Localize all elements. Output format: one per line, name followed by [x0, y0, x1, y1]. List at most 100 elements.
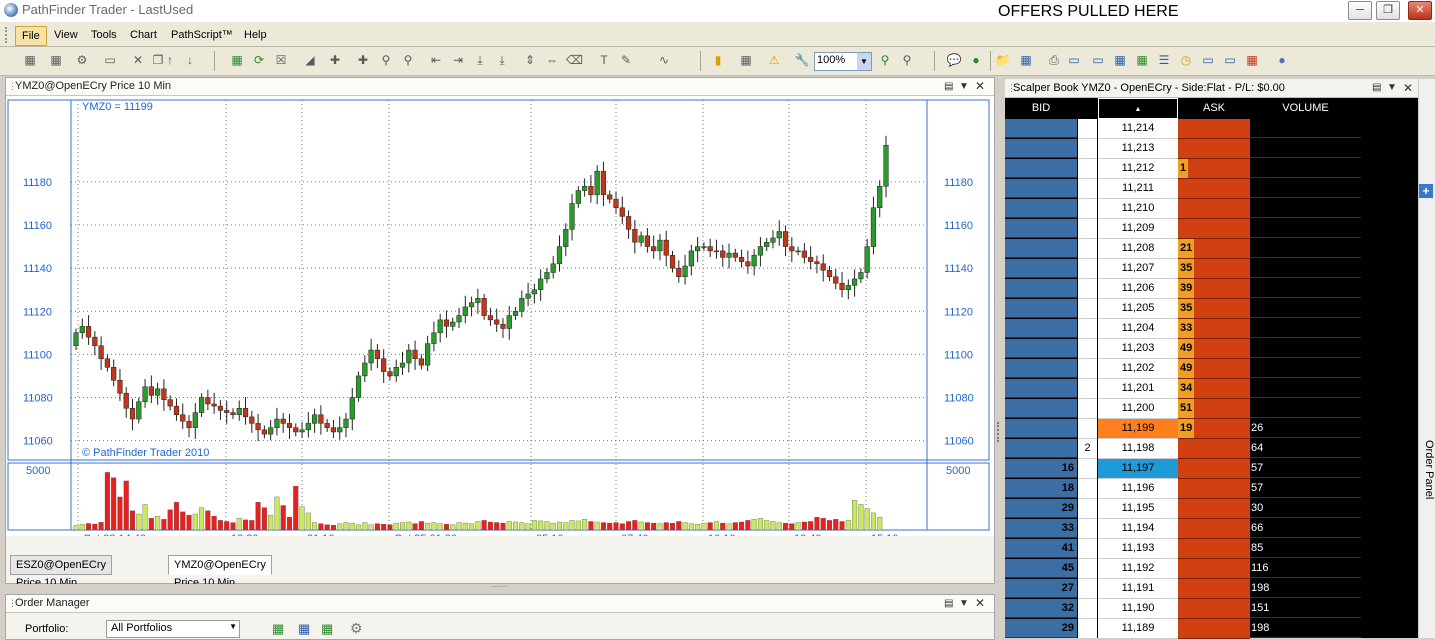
delete-icon[interactable]: ✕	[130, 52, 146, 68]
volume-cell[interactable]	[1250, 119, 1361, 138]
dom-icon[interactable]: ▦	[738, 52, 754, 68]
volume-cell[interactable]	[1250, 279, 1361, 298]
price-cell[interactable]: 11,209	[1098, 219, 1178, 239]
volume-cell[interactable]	[1250, 359, 1361, 378]
position-cell[interactable]	[1078, 579, 1097, 599]
menu-help[interactable]: Help	[238, 26, 273, 44]
position-cell[interactable]	[1078, 359, 1097, 379]
position-cell[interactable]	[1078, 379, 1097, 399]
position-cell[interactable]	[1078, 399, 1097, 419]
scroll-right-icon[interactable]: ⇥	[450, 52, 466, 68]
gear-icon[interactable]: ⚙	[350, 620, 363, 637]
ask-cell[interactable]	[1178, 219, 1250, 239]
sheet-icon[interactable]: ▦	[1134, 52, 1150, 68]
ask-cell[interactable]: 49	[1178, 339, 1250, 359]
volume-cell[interactable]: 85	[1250, 539, 1361, 558]
position-cell[interactable]	[1078, 599, 1097, 619]
price-cell[interactable]: 11,189	[1098, 619, 1178, 639]
volume-cell[interactable]	[1250, 239, 1361, 258]
zoom-select[interactable]: 100% ▼	[814, 52, 872, 71]
chevron-down-icon[interactable]: ▼	[1387, 79, 1397, 97]
ask-cell[interactable]	[1178, 519, 1250, 539]
price-cell[interactable]: 11,192	[1098, 559, 1178, 579]
ask-cell[interactable]	[1178, 179, 1250, 199]
bid-cell[interactable]: 32	[1005, 599, 1077, 618]
price-cell[interactable]: 11,191	[1098, 579, 1178, 599]
volume-cell[interactable]: 151	[1250, 599, 1361, 618]
position-cell[interactable]	[1078, 279, 1097, 299]
close-button[interactable]: ✕	[1408, 1, 1432, 20]
volume-cell[interactable]: 57	[1250, 479, 1361, 498]
tab-ymz0-chart[interactable]: YMZ0@OpenECry Price 10 Min	[168, 555, 272, 589]
volume-cell[interactable]	[1250, 379, 1361, 398]
position-cell[interactable]	[1078, 479, 1097, 499]
position-cell[interactable]	[1078, 299, 1097, 319]
drawing-icon[interactable]: ◢	[302, 52, 318, 68]
warning-icon[interactable]: ⚠	[766, 52, 782, 68]
bid-cell[interactable]	[1005, 419, 1077, 438]
position-cell[interactable]	[1078, 319, 1097, 339]
volume-cell[interactable]	[1250, 299, 1361, 318]
menu-chart[interactable]: Chart	[124, 26, 163, 44]
plus-icon[interactable]: +	[1419, 184, 1433, 198]
price-cell[interactable]: 11,193	[1098, 539, 1178, 559]
volume-cell[interactable]: 26	[1250, 419, 1361, 438]
position-cell[interactable]	[1078, 219, 1097, 239]
chevron-down-icon[interactable]: ▼	[959, 78, 969, 95]
price-cell[interactable]: 11,212	[1098, 159, 1178, 179]
price-cell[interactable]: 11,207	[1098, 259, 1178, 279]
help-icon[interactable]: ●	[1274, 52, 1290, 68]
price-cell[interactable]: 11,200	[1098, 399, 1178, 419]
bid-cell[interactable]: 45	[1005, 559, 1077, 578]
text-tool-icon[interactable]: T	[596, 52, 612, 68]
price-cell[interactable]: 11,214	[1098, 119, 1178, 139]
order-panel-rail[interactable]	[1418, 79, 1435, 638]
zoom-in-icon[interactable]: ⚲	[378, 52, 394, 68]
menu-pathscript[interactable]: PathScript™	[165, 26, 239, 44]
price-cell[interactable]: 11,199	[1098, 419, 1178, 439]
price-cell[interactable]: 11,198	[1098, 439, 1178, 459]
price-cell[interactable]: 11,190	[1098, 599, 1178, 619]
ask-cell[interactable]	[1178, 479, 1250, 499]
bid-cell[interactable]	[1005, 159, 1077, 178]
connect-icon[interactable]: ●	[968, 52, 984, 68]
ask-cell[interactable]	[1178, 199, 1250, 219]
ask-cell[interactable]	[1178, 459, 1250, 479]
tab-esz0-chart[interactable]: ESZ0@OpenECry Price 10 Min	[10, 555, 113, 589]
vertical-expand-icon[interactable]: ⇕	[522, 52, 538, 68]
ask-cell[interactable]	[1178, 439, 1250, 459]
chat-icon[interactable]: 💬	[946, 52, 962, 68]
chevron-down-icon[interactable]: ▼	[229, 622, 237, 631]
bid-cell[interactable]	[1005, 199, 1077, 218]
wrench-icon[interactable]: 🔧	[794, 52, 810, 68]
list-icon[interactable]: ☰	[1156, 52, 1172, 68]
floppy-icon[interactable]: ▦	[1018, 52, 1034, 68]
volume-cell[interactable]: 64	[1250, 439, 1361, 458]
price-cell[interactable]: 11,204	[1098, 319, 1178, 339]
price-cell[interactable]: 11,194	[1098, 519, 1178, 539]
scroll-bottom-icon[interactable]: ⤓	[494, 52, 510, 68]
position-cell[interactable]	[1078, 559, 1097, 579]
volume-cell[interactable]	[1250, 339, 1361, 358]
position-cell[interactable]	[1078, 519, 1097, 539]
volume-cell[interactable]	[1250, 319, 1361, 338]
price-cell[interactable]: 11,211	[1098, 179, 1178, 199]
pencil-icon[interactable]: ✎	[618, 52, 634, 68]
volume-cell[interactable]: 30	[1250, 499, 1361, 518]
refresh-icon[interactable]: ⟳	[251, 52, 267, 68]
database-icon[interactable]: ▮	[710, 52, 726, 68]
ask-column-header[interactable]: ASK	[1178, 98, 1250, 119]
ask-cell[interactable]: 49	[1178, 359, 1250, 379]
bid-cell[interactable]: 27	[1005, 579, 1077, 598]
close-icon[interactable]: ✕	[975, 78, 985, 95]
ask-cell[interactable]: 39	[1178, 279, 1250, 299]
ask-cell[interactable]: 34	[1178, 379, 1250, 399]
window-icon[interactable]: ▭	[1200, 52, 1216, 68]
position-cell[interactable]	[1078, 239, 1097, 259]
bid-cell[interactable]: 29	[1005, 619, 1077, 638]
bid-cell[interactable]: 41	[1005, 539, 1077, 558]
volume-cell[interactable]: 57	[1250, 459, 1361, 478]
order-panel-label[interactable]: Order Panel	[1418, 440, 1435, 500]
volume-cell[interactable]: 66	[1250, 519, 1361, 538]
price-cell[interactable]: 11,203	[1098, 339, 1178, 359]
